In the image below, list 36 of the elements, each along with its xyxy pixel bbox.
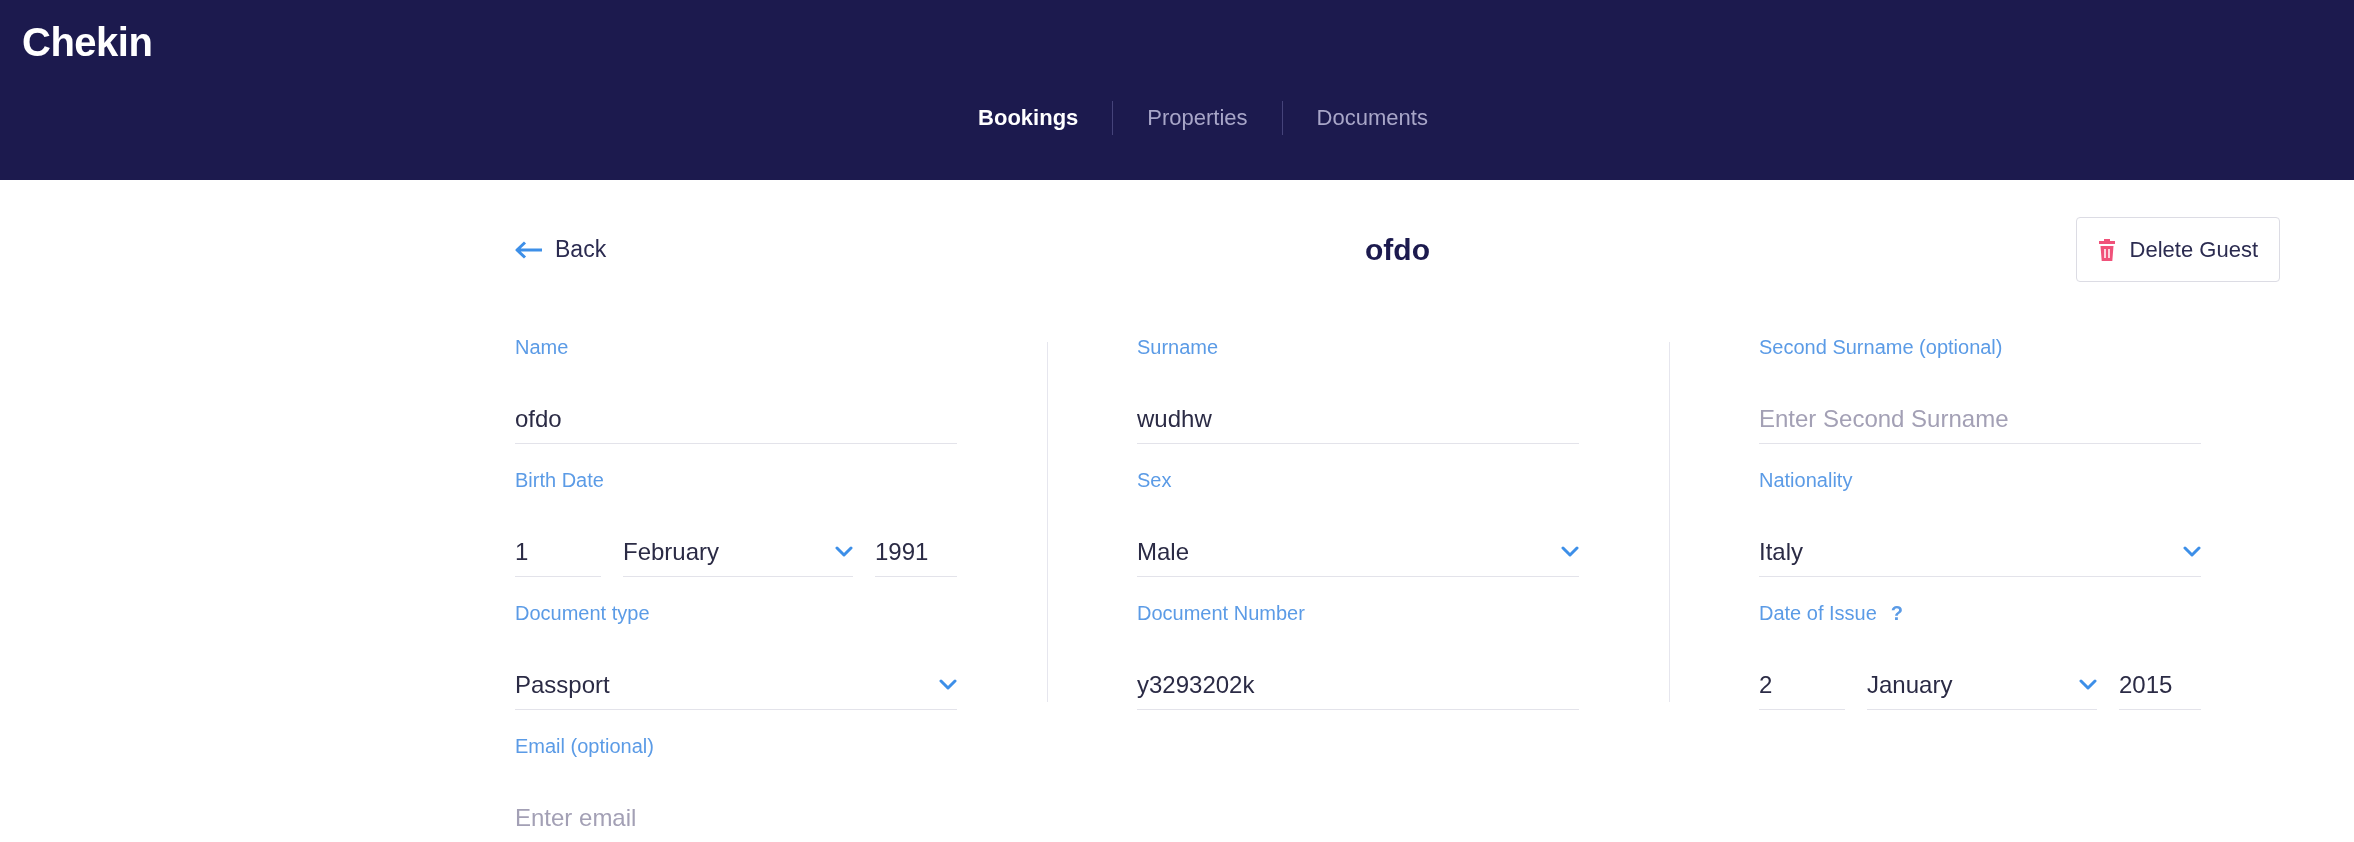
field-label: Nationality — [1759, 468, 1853, 492]
trash-icon — [2097, 237, 2116, 262]
field-label: Email (optional) — [515, 734, 654, 758]
select-field[interactable]: Italy — [1759, 535, 2201, 577]
delete-guest-button[interactable]: Delete Guest — [2075, 217, 2280, 282]
select-field[interactable]: Passport — [515, 668, 957, 710]
field-label: Document type — [515, 601, 650, 625]
chevron-down-icon — [835, 545, 853, 558]
chevron-down-icon — [1561, 545, 1579, 558]
chevron-down-icon — [2079, 678, 2097, 691]
chevron-down-icon — [2183, 545, 2201, 558]
day-field[interactable]: 2 — [1759, 668, 1845, 710]
field-label: Sex — [1137, 468, 1172, 492]
app-logo[interactable]: Chekin — [22, 20, 153, 65]
field-label: Date of Issue — [1759, 601, 1877, 625]
field-label: Birth Date — [515, 468, 604, 492]
month-select[interactable]: February — [623, 535, 853, 577]
nav-tab[interactable]: Properties — [1113, 102, 1282, 134]
year-field[interactable]: 2015 — [2119, 668, 2201, 710]
select-field[interactable]: Male — [1137, 535, 1579, 577]
text-field[interactable]: wudhw — [1137, 402, 1579, 444]
nav-tab[interactable]: Documents — [1282, 102, 1462, 134]
text-field[interactable]: y3293202k — [1137, 668, 1579, 710]
field-label: Document Number — [1137, 601, 1305, 625]
nav-tab[interactable]: Bookings — [944, 102, 1113, 134]
arrow-left-icon — [515, 240, 543, 259]
chevron-down-icon — [939, 678, 957, 691]
back-link[interactable]: Back — [515, 236, 607, 263]
field-label: Surname — [1137, 335, 1219, 359]
field-label: Name — [515, 335, 569, 359]
year-field[interactable]: 1991 — [875, 535, 957, 577]
guest-name-title: ofdo — [1365, 232, 1430, 267]
field-label: Second Surname (optional) — [1759, 335, 2003, 359]
month-select[interactable]: January — [1867, 668, 2097, 710]
text-field[interactable]: ofdo — [515, 402, 957, 444]
day-field[interactable]: 1 — [515, 535, 601, 577]
